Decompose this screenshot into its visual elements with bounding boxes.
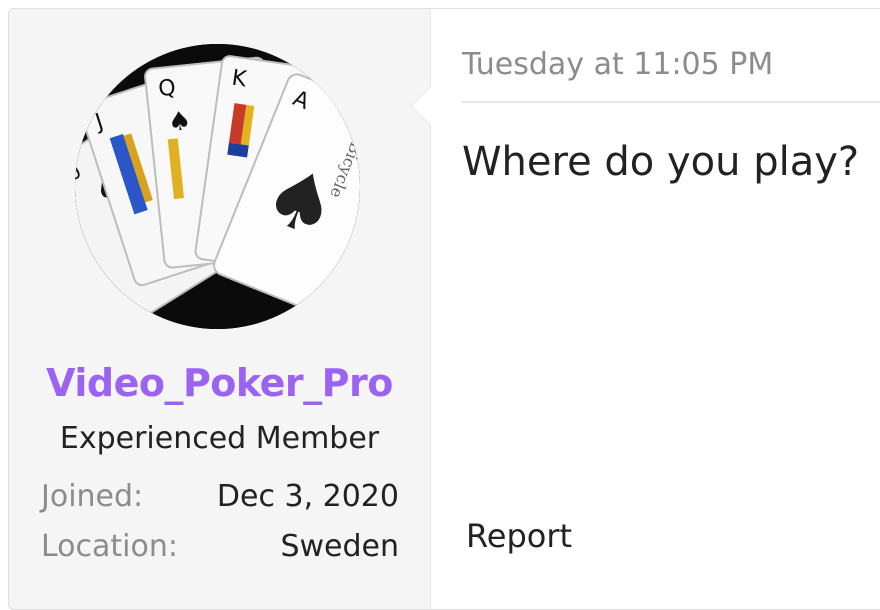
user-title: Experienced Member bbox=[59, 421, 380, 456]
avatar-image: 10 ♠ J Q ♠ bbox=[75, 44, 360, 329]
post-timestamp-link[interactable]: Tuesday at 11:05 PM bbox=[462, 47, 773, 82]
location-label: Location: bbox=[41, 529, 178, 564]
avatar[interactable]: 10 ♠ J Q ♠ bbox=[75, 44, 360, 329]
report-link[interactable]: Report bbox=[466, 517, 572, 555]
message-arrow bbox=[412, 87, 431, 125]
user-panel: 10 ♠ J Q ♠ bbox=[9, 9, 431, 609]
forum-post: 10 ♠ J Q ♠ bbox=[8, 8, 880, 610]
joined-row: Joined: Dec 3, 2020 bbox=[41, 479, 399, 514]
page: 10 ♠ J Q ♠ bbox=[0, 0, 880, 610]
location-row: Location: Sweden bbox=[41, 529, 399, 564]
post-message: Where do you play? bbox=[462, 139, 860, 185]
joined-value: Dec 3, 2020 bbox=[216, 479, 399, 514]
joined-label: Joined: bbox=[41, 479, 144, 514]
svg-text:Q: Q bbox=[157, 75, 177, 102]
username-link[interactable]: Video_Poker_Pro bbox=[9, 361, 430, 405]
location-value: Sweden bbox=[280, 529, 399, 564]
header-divider bbox=[462, 101, 880, 103]
svg-text:♠: ♠ bbox=[167, 106, 193, 138]
